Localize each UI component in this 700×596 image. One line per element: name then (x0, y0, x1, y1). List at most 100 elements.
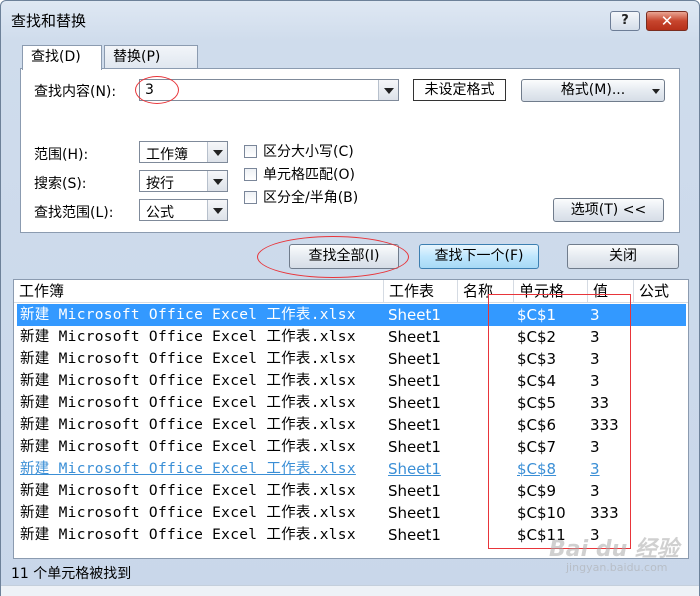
find-replace-dialog: 查找和替换 ? ✕ 查找(D) 替换(P) 查找内容(N): 3 未设定格式 格… (0, 0, 700, 596)
search-order-select[interactable]: 按行 (139, 170, 228, 192)
sheet-cell: Sheet1 (388, 460, 441, 478)
value-cell: 333 (590, 416, 619, 434)
find-what-value: 3 (145, 82, 154, 98)
find-what-label: 查找内容(N): (34, 84, 117, 100)
workbook-cell: 新建 Microsoft Office Excel 工作表.xlsx (20, 439, 356, 455)
format-preview: 未设定格式 (413, 79, 506, 101)
column-header-formula[interactable]: 公式 (634, 280, 688, 303)
dialog-title: 查找和替换 (11, 12, 87, 30)
value-cell: 3 (590, 460, 600, 478)
look-in-value: 公式 (146, 205, 174, 221)
sheet-cell: Sheet1 (388, 350, 441, 368)
cell-address-cell: $C$2 (517, 328, 557, 346)
cell-address-cell: $C$4 (517, 372, 557, 390)
results-list[interactable]: 工作簿 工作表 名称 单元格 值 公式 新建 Microsoft Office … (13, 279, 689, 559)
cell-address-cell: $C$7 (517, 438, 557, 456)
value-cell: 3 (590, 372, 600, 390)
column-header-cell[interactable]: 单元格 (514, 280, 588, 303)
table-row[interactable]: 新建 Microsoft Office Excel 工作表.xlsx Sheet1… (17, 326, 686, 348)
workbook-cell: 新建 Microsoft Office Excel 工作表.xlsx (20, 527, 356, 543)
cell-address-cell: $C$1 (517, 306, 557, 324)
scope-select[interactable]: 工作簿 (139, 141, 228, 163)
scope-label: 范围(H): (34, 147, 89, 163)
workbook-cell: 新建 Microsoft Office Excel 工作表.xlsx (20, 461, 356, 477)
table-row[interactable]: 新建 Microsoft Office Excel 工作表.xlsx Sheet1… (17, 458, 686, 480)
match-width-label: 区分全/半角(B) (263, 190, 359, 206)
sheet-cell: Sheet1 (388, 416, 441, 434)
checkbox-box[interactable] (244, 168, 257, 181)
tab-find[interactable]: 查找(D) (22, 45, 102, 70)
sheet-cell: Sheet1 (388, 504, 441, 522)
search-order-label: 搜索(S): (34, 176, 87, 192)
workbook-cell: 新建 Microsoft Office Excel 工作表.xlsx (20, 417, 356, 433)
table-row[interactable]: 新建 Microsoft Office Excel 工作表.xlsx Sheet1… (17, 480, 686, 502)
help-button[interactable]: ? (610, 11, 640, 31)
format-button-label: 格式(M)... (560, 82, 626, 98)
sheet-cell: Sheet1 (388, 526, 441, 544)
cell-address-cell: $C$5 (517, 394, 557, 412)
tab-replace[interactable]: 替换(P) (104, 45, 198, 69)
close-button[interactable]: 关闭 (567, 244, 679, 269)
workbook-cell: 新建 Microsoft Office Excel 工作表.xlsx (20, 307, 356, 323)
search-order-value: 按行 (146, 176, 174, 192)
column-header-sheet[interactable]: 工作表 (384, 280, 458, 303)
window-close-button[interactable]: ✕ (646, 11, 688, 31)
look-in-select[interactable]: 公式 (139, 199, 228, 221)
workbook-cell: 新建 Microsoft Office Excel 工作表.xlsx (20, 351, 356, 367)
value-cell: 3 (590, 438, 600, 456)
chevron-down-icon[interactable] (207, 200, 227, 220)
scope-value: 工作簿 (146, 147, 188, 163)
match-case-label: 区分大小写(C) (263, 144, 354, 160)
options-button[interactable]: 选项(T) << (553, 198, 664, 222)
value-cell: 3 (590, 306, 600, 324)
match-case-checkbox[interactable]: 区分大小写(C) (244, 141, 354, 161)
value-cell: 3 (590, 328, 600, 346)
watermark-logo: Bai du 经验 (549, 537, 679, 562)
look-in-label: 查找范围(L): (34, 205, 114, 221)
value-cell: 33 (590, 394, 610, 412)
results-header: 工作簿 工作表 名称 单元格 值 公式 (14, 280, 688, 303)
column-header-name[interactable]: 名称 (458, 280, 514, 303)
find-next-button[interactable]: 查找下一个(F) (419, 244, 539, 269)
cell-address-cell: $C$8 (517, 460, 557, 478)
cell-address-cell: $C$6 (517, 416, 557, 434)
sheet-cell: Sheet1 (388, 372, 441, 390)
find-all-button[interactable]: 查找全部(I) (289, 244, 399, 269)
table-row[interactable]: 新建 Microsoft Office Excel 工作表.xlsx Sheet1… (17, 304, 686, 326)
table-row[interactable]: 新建 Microsoft Office Excel 工作表.xlsx Sheet1… (17, 502, 686, 524)
table-row[interactable]: 新建 Microsoft Office Excel 工作表.xlsx Sheet1… (17, 392, 686, 414)
value-cell: 333 (590, 504, 619, 522)
value-cell: 3 (590, 350, 600, 368)
table-row[interactable]: 新建 Microsoft Office Excel 工作表.xlsx Sheet1… (17, 436, 686, 458)
workbook-cell: 新建 Microsoft Office Excel 工作表.xlsx (20, 329, 356, 345)
cell-address-cell: $C$10 (517, 504, 566, 522)
table-row[interactable]: 新建 Microsoft Office Excel 工作表.xlsx Sheet1… (17, 370, 686, 392)
match-entire-cell-checkbox[interactable]: 单元格匹配(O) (244, 164, 355, 184)
sheet-cell: Sheet1 (388, 394, 441, 412)
format-button[interactable]: 格式(M)... (521, 79, 665, 102)
column-header-value[interactable]: 值 (588, 280, 634, 303)
window-bottom-edge (1, 585, 699, 596)
chevron-down-icon[interactable] (378, 80, 398, 100)
column-header-workbook[interactable]: 工作簿 (14, 280, 384, 303)
find-what-input[interactable]: 3 (139, 79, 399, 101)
table-row[interactable]: 新建 Microsoft Office Excel 工作表.xlsx Sheet1… (17, 414, 686, 436)
checkbox-box[interactable] (244, 191, 257, 204)
watermark-url: jingyan.baidu.com (566, 561, 668, 574)
caret-down-icon (652, 89, 660, 94)
value-cell: 3 (590, 482, 600, 500)
chevron-down-icon[interactable] (207, 142, 227, 162)
title-bar[interactable]: 查找和替换 ? ✕ (1, 1, 699, 37)
chevron-down-icon[interactable] (207, 171, 227, 191)
sheet-cell: Sheet1 (388, 306, 441, 324)
workbook-cell: 新建 Microsoft Office Excel 工作表.xlsx (20, 395, 356, 411)
match-entire-cell-label: 单元格匹配(O) (263, 167, 355, 183)
workbook-cell: 新建 Microsoft Office Excel 工作表.xlsx (20, 505, 356, 521)
match-width-checkbox[interactable]: 区分全/半角(B) (244, 187, 358, 207)
workbook-cell: 新建 Microsoft Office Excel 工作表.xlsx (20, 483, 356, 499)
cell-address-cell: $C$9 (517, 482, 557, 500)
workbook-cell: 新建 Microsoft Office Excel 工作表.xlsx (20, 373, 356, 389)
sheet-cell: Sheet1 (388, 328, 441, 346)
checkbox-box[interactable] (244, 145, 257, 158)
table-row[interactable]: 新建 Microsoft Office Excel 工作表.xlsx Sheet1… (17, 348, 686, 370)
